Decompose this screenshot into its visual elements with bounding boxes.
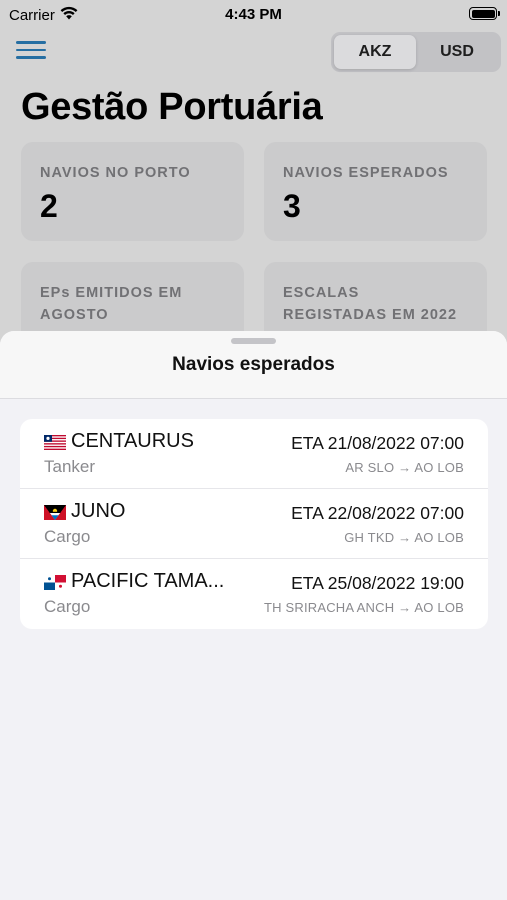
liberia-flag-icon <box>44 435 66 450</box>
ship-route: GH TKD → AO LOB <box>344 530 464 545</box>
panama-flag-icon <box>44 575 66 590</box>
ship-route: TH SRIRACHA ANCH → AO LOB <box>263 600 464 615</box>
sheet-header: Navios esperados <box>0 331 507 399</box>
ship-name: JUNO <box>71 500 126 522</box>
ship-name: CENTAURUS <box>71 430 194 452</box>
ship-row[interactable]: PACIFIC TAMA... Cargo ETA 25/08/2022 19:… <box>20 559 488 629</box>
ship-eta: ETA 21/08/2022 07:00 <box>291 433 464 453</box>
sheet-grabber-handle[interactable] <box>231 338 276 344</box>
ship-name: PACIFIC TAMA... <box>71 570 225 592</box>
ship-type: Tanker <box>44 457 96 476</box>
ship-row[interactable]: JUNO Cargo ETA 22/08/2022 07:00 GH TKD →… <box>20 489 488 559</box>
ship-type: Cargo <box>44 527 91 546</box>
ship-list: CENTAURUS Tanker ETA 21/08/2022 07:00 AR… <box>20 419 488 629</box>
ship-row[interactable]: CENTAURUS Tanker ETA 21/08/2022 07:00 AR… <box>20 419 488 489</box>
sheet-title: Navios esperados <box>172 354 335 375</box>
expected-ships-sheet: Navios esperados CENTAURUS Tanker ETA 21… <box>0 331 507 900</box>
ship-eta: ETA 25/08/2022 19:00 <box>291 573 464 593</box>
antigua-barbuda-flag-icon <box>44 505 66 520</box>
ship-type: Cargo <box>44 597 91 616</box>
ship-eta: ETA 22/08/2022 07:00 <box>291 503 464 523</box>
ship-route: AR SLO → AO LOB <box>345 460 464 475</box>
